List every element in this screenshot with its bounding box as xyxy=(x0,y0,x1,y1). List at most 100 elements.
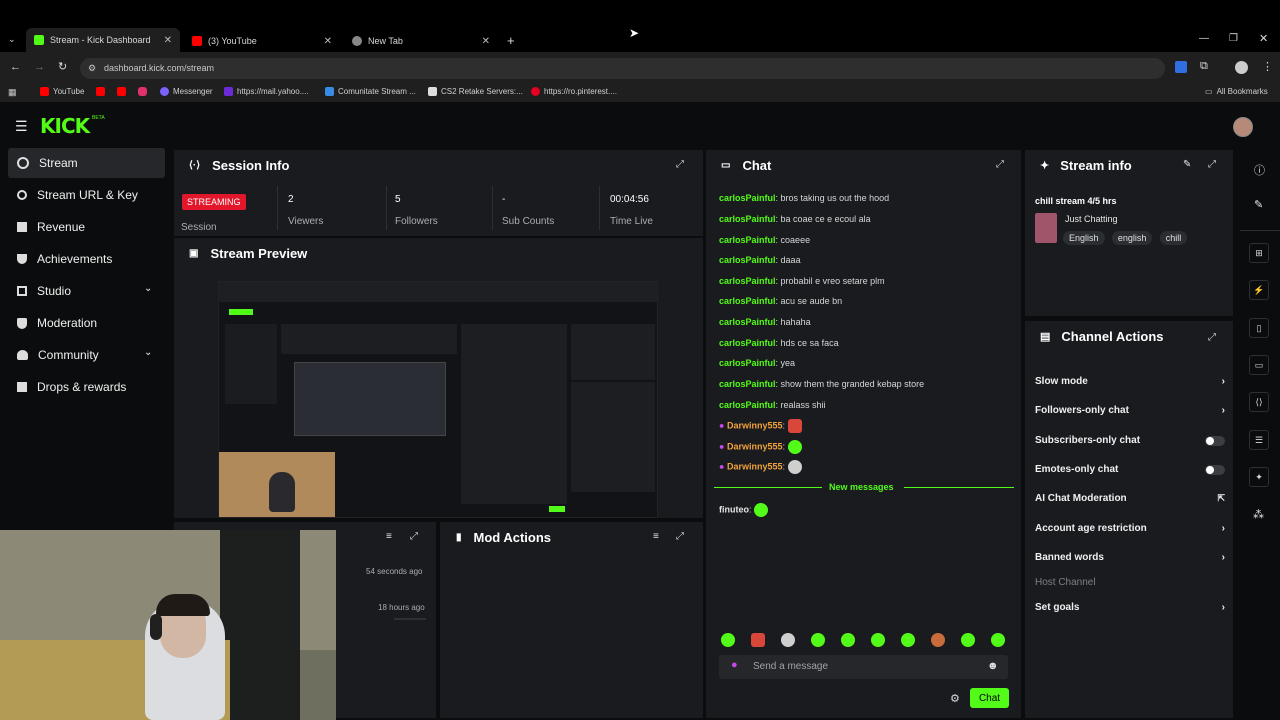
chat-username[interactable]: Darwinny555 xyxy=(727,461,783,471)
reload-icon[interactable]: ↻ xyxy=(58,60,67,73)
tag-pill[interactable]: English xyxy=(1063,231,1105,245)
expand-icon[interactable]: ⤢ xyxy=(410,531,418,542)
edit-icon[interactable]: ✎ xyxy=(1183,159,1191,170)
chat-username[interactable]: carlosPainful xyxy=(719,296,776,306)
close-tab-icon[interactable]: ✕ xyxy=(164,35,172,46)
bookmark-messenger[interactable]: Messenger xyxy=(160,87,213,96)
chat-username[interactable]: carlosPainful xyxy=(719,255,776,265)
emote-button[interactable] xyxy=(811,633,825,647)
emoji-picker-icon[interactable]: ☻ xyxy=(987,660,999,672)
close-tab-icon[interactable]: ✕ xyxy=(324,36,332,47)
tag-pill[interactable]: english xyxy=(1111,231,1153,245)
rail-button-5[interactable]: ⟨⟩ xyxy=(1249,392,1269,412)
minimize-icon[interactable]: — xyxy=(1199,33,1209,44)
tag-pill[interactable]: chill xyxy=(1159,231,1188,245)
apps-icon[interactable]: ▦ xyxy=(8,87,17,98)
menu-icon[interactable]: ⋮ xyxy=(1262,60,1273,73)
new-messages-label[interactable]: New messages xyxy=(829,482,894,492)
chat-input[interactable]: ● Send a message ☻ xyxy=(719,655,1008,679)
forward-icon[interactable]: → xyxy=(34,61,45,73)
bookmark-youtube-3[interactable] xyxy=(117,87,126,96)
expand-icon[interactable]: ⤢ xyxy=(1208,332,1216,343)
back-icon[interactable]: ← xyxy=(10,61,21,73)
sidebar-item-achievements[interactable]: Achievements xyxy=(8,244,165,274)
emote-button[interactable] xyxy=(841,633,855,647)
chat-settings-icon[interactable]: ⚙ xyxy=(950,692,960,705)
slow-mode-row[interactable]: Slow mode › xyxy=(1035,376,1225,387)
hamburger-menu-icon[interactable]: ☰ xyxy=(15,118,28,135)
chat-username[interactable]: carlosPainful xyxy=(719,214,776,224)
site-info-icon[interactable]: ⚙ xyxy=(88,58,96,79)
rail-button-2[interactable]: ⚡ xyxy=(1249,280,1269,300)
rail-button-4[interactable]: ▭ xyxy=(1249,355,1269,375)
profile-icon[interactable] xyxy=(1235,61,1248,74)
filter-icon[interactable]: ≡ xyxy=(386,531,392,542)
bookmark-pinterest[interactable]: https://ro.pinterest.... xyxy=(531,87,617,96)
info-icon[interactable]: ⓘ xyxy=(1254,162,1265,178)
bookmark-comunitate[interactable]: Comunitate Stream ... xyxy=(325,87,416,96)
set-goals-row[interactable]: Set goals › xyxy=(1035,602,1225,613)
tab-new-tab[interactable]: New Tab ✕ xyxy=(344,30,498,52)
emote-button[interactable] xyxy=(901,633,915,647)
sidebar-item-drops-rewards[interactable]: Drops & rewards xyxy=(8,372,165,402)
sidebar-item-community[interactable]: Community ⌄ xyxy=(8,340,165,370)
chat-username[interactable]: Darwinny555 xyxy=(727,420,783,430)
chat-username[interactable]: Darwinny555 xyxy=(727,441,783,451)
sidebar-item-revenue[interactable]: Revenue xyxy=(8,212,165,242)
sidebar-item-moderation[interactable]: Moderation xyxy=(8,308,165,338)
emote-button[interactable] xyxy=(871,633,885,647)
chat-username[interactable]: carlosPainful xyxy=(719,400,776,410)
chat-username[interactable]: carlosPainful xyxy=(719,193,776,203)
address-bar[interactable]: ⚙ dashboard.kick.com/stream xyxy=(80,58,1165,79)
send-chat-button[interactable]: Chat xyxy=(970,688,1009,708)
rail-button-3[interactable]: ▯ xyxy=(1249,318,1269,338)
tab-list-icon[interactable]: ⌄ xyxy=(8,34,16,45)
extension-icon[interactable] xyxy=(1175,61,1187,73)
apps-icon[interactable]: ⁂ xyxy=(1253,508,1264,521)
bookmark-instagram[interactable] xyxy=(138,87,147,96)
new-tab-icon[interactable]: + xyxy=(507,33,515,48)
sidebar-item-stream-url-key[interactable]: Stream URL & Key xyxy=(8,180,165,210)
chat-username[interactable]: carlosPainful xyxy=(719,235,776,245)
emote-button[interactable] xyxy=(991,633,1005,647)
category-name[interactable]: Just Chatting xyxy=(1065,214,1118,224)
expand-icon[interactable]: ⤢ xyxy=(996,159,1004,170)
emote-button[interactable] xyxy=(931,633,945,647)
bookmark-youtube-2[interactable] xyxy=(96,87,105,96)
chat-username[interactable]: carlosPainful xyxy=(719,358,776,368)
restore-icon[interactable]: ❐ xyxy=(1229,33,1238,44)
chat-username[interactable]: finuteo xyxy=(719,504,749,514)
all-bookmarks[interactable]: ▭ All Bookmarks xyxy=(1205,87,1268,96)
kick-logo[interactable]: KICK xyxy=(40,114,90,138)
chat-username[interactable]: carlosPainful xyxy=(719,338,776,348)
account-age-row[interactable]: Account age restriction › xyxy=(1035,523,1225,534)
expand-icon[interactable]: ⤢ xyxy=(1208,159,1216,170)
banned-words-row[interactable]: Banned words › xyxy=(1035,552,1225,563)
rail-button-7[interactable]: ✦ xyxy=(1249,467,1269,487)
expand-icon[interactable]: ⤢ xyxy=(676,159,684,170)
sidebar-item-stream[interactable]: Stream xyxy=(8,148,165,178)
edit-icon[interactable]: ✎ xyxy=(1254,198,1263,211)
ai-chat-moderation-row[interactable]: AI Chat Moderation ⇱ xyxy=(1035,493,1225,504)
expand-icon[interactable]: ⤢ xyxy=(676,531,684,542)
close-window-icon[interactable]: ✕ xyxy=(1259,32,1268,45)
emote-button[interactable] xyxy=(721,633,735,647)
close-tab-icon[interactable]: ✕ xyxy=(482,36,490,47)
bookmark-yahoo-mail[interactable]: https://mail.yahoo.... xyxy=(224,87,309,96)
rail-button-6[interactable]: ☰ xyxy=(1249,430,1269,450)
user-avatar[interactable] xyxy=(1233,117,1253,137)
filter-icon[interactable]: ≡ xyxy=(653,531,659,542)
bookmark-cs2-retake[interactable]: CS2 Retake Servers:... xyxy=(428,87,523,96)
chat-username[interactable]: carlosPainful xyxy=(719,317,776,327)
rail-button-1[interactable]: ⊞ xyxy=(1249,243,1269,263)
stream-preview-video[interactable] xyxy=(218,281,658,518)
puzzle-icon[interactable]: ⧉ xyxy=(1200,60,1208,73)
subscribers-only-toggle[interactable] xyxy=(1205,435,1225,446)
chat-username[interactable]: carlosPainful xyxy=(719,379,776,389)
emote-button[interactable] xyxy=(751,633,765,647)
emote-button[interactable] xyxy=(781,633,795,647)
tab-youtube[interactable]: (3) YouTube ✕ xyxy=(184,30,340,52)
sidebar-item-studio[interactable]: Studio ⌄ xyxy=(8,276,165,306)
followers-only-row[interactable]: Followers-only chat › xyxy=(1035,405,1225,416)
emotes-only-toggle[interactable] xyxy=(1205,464,1225,475)
